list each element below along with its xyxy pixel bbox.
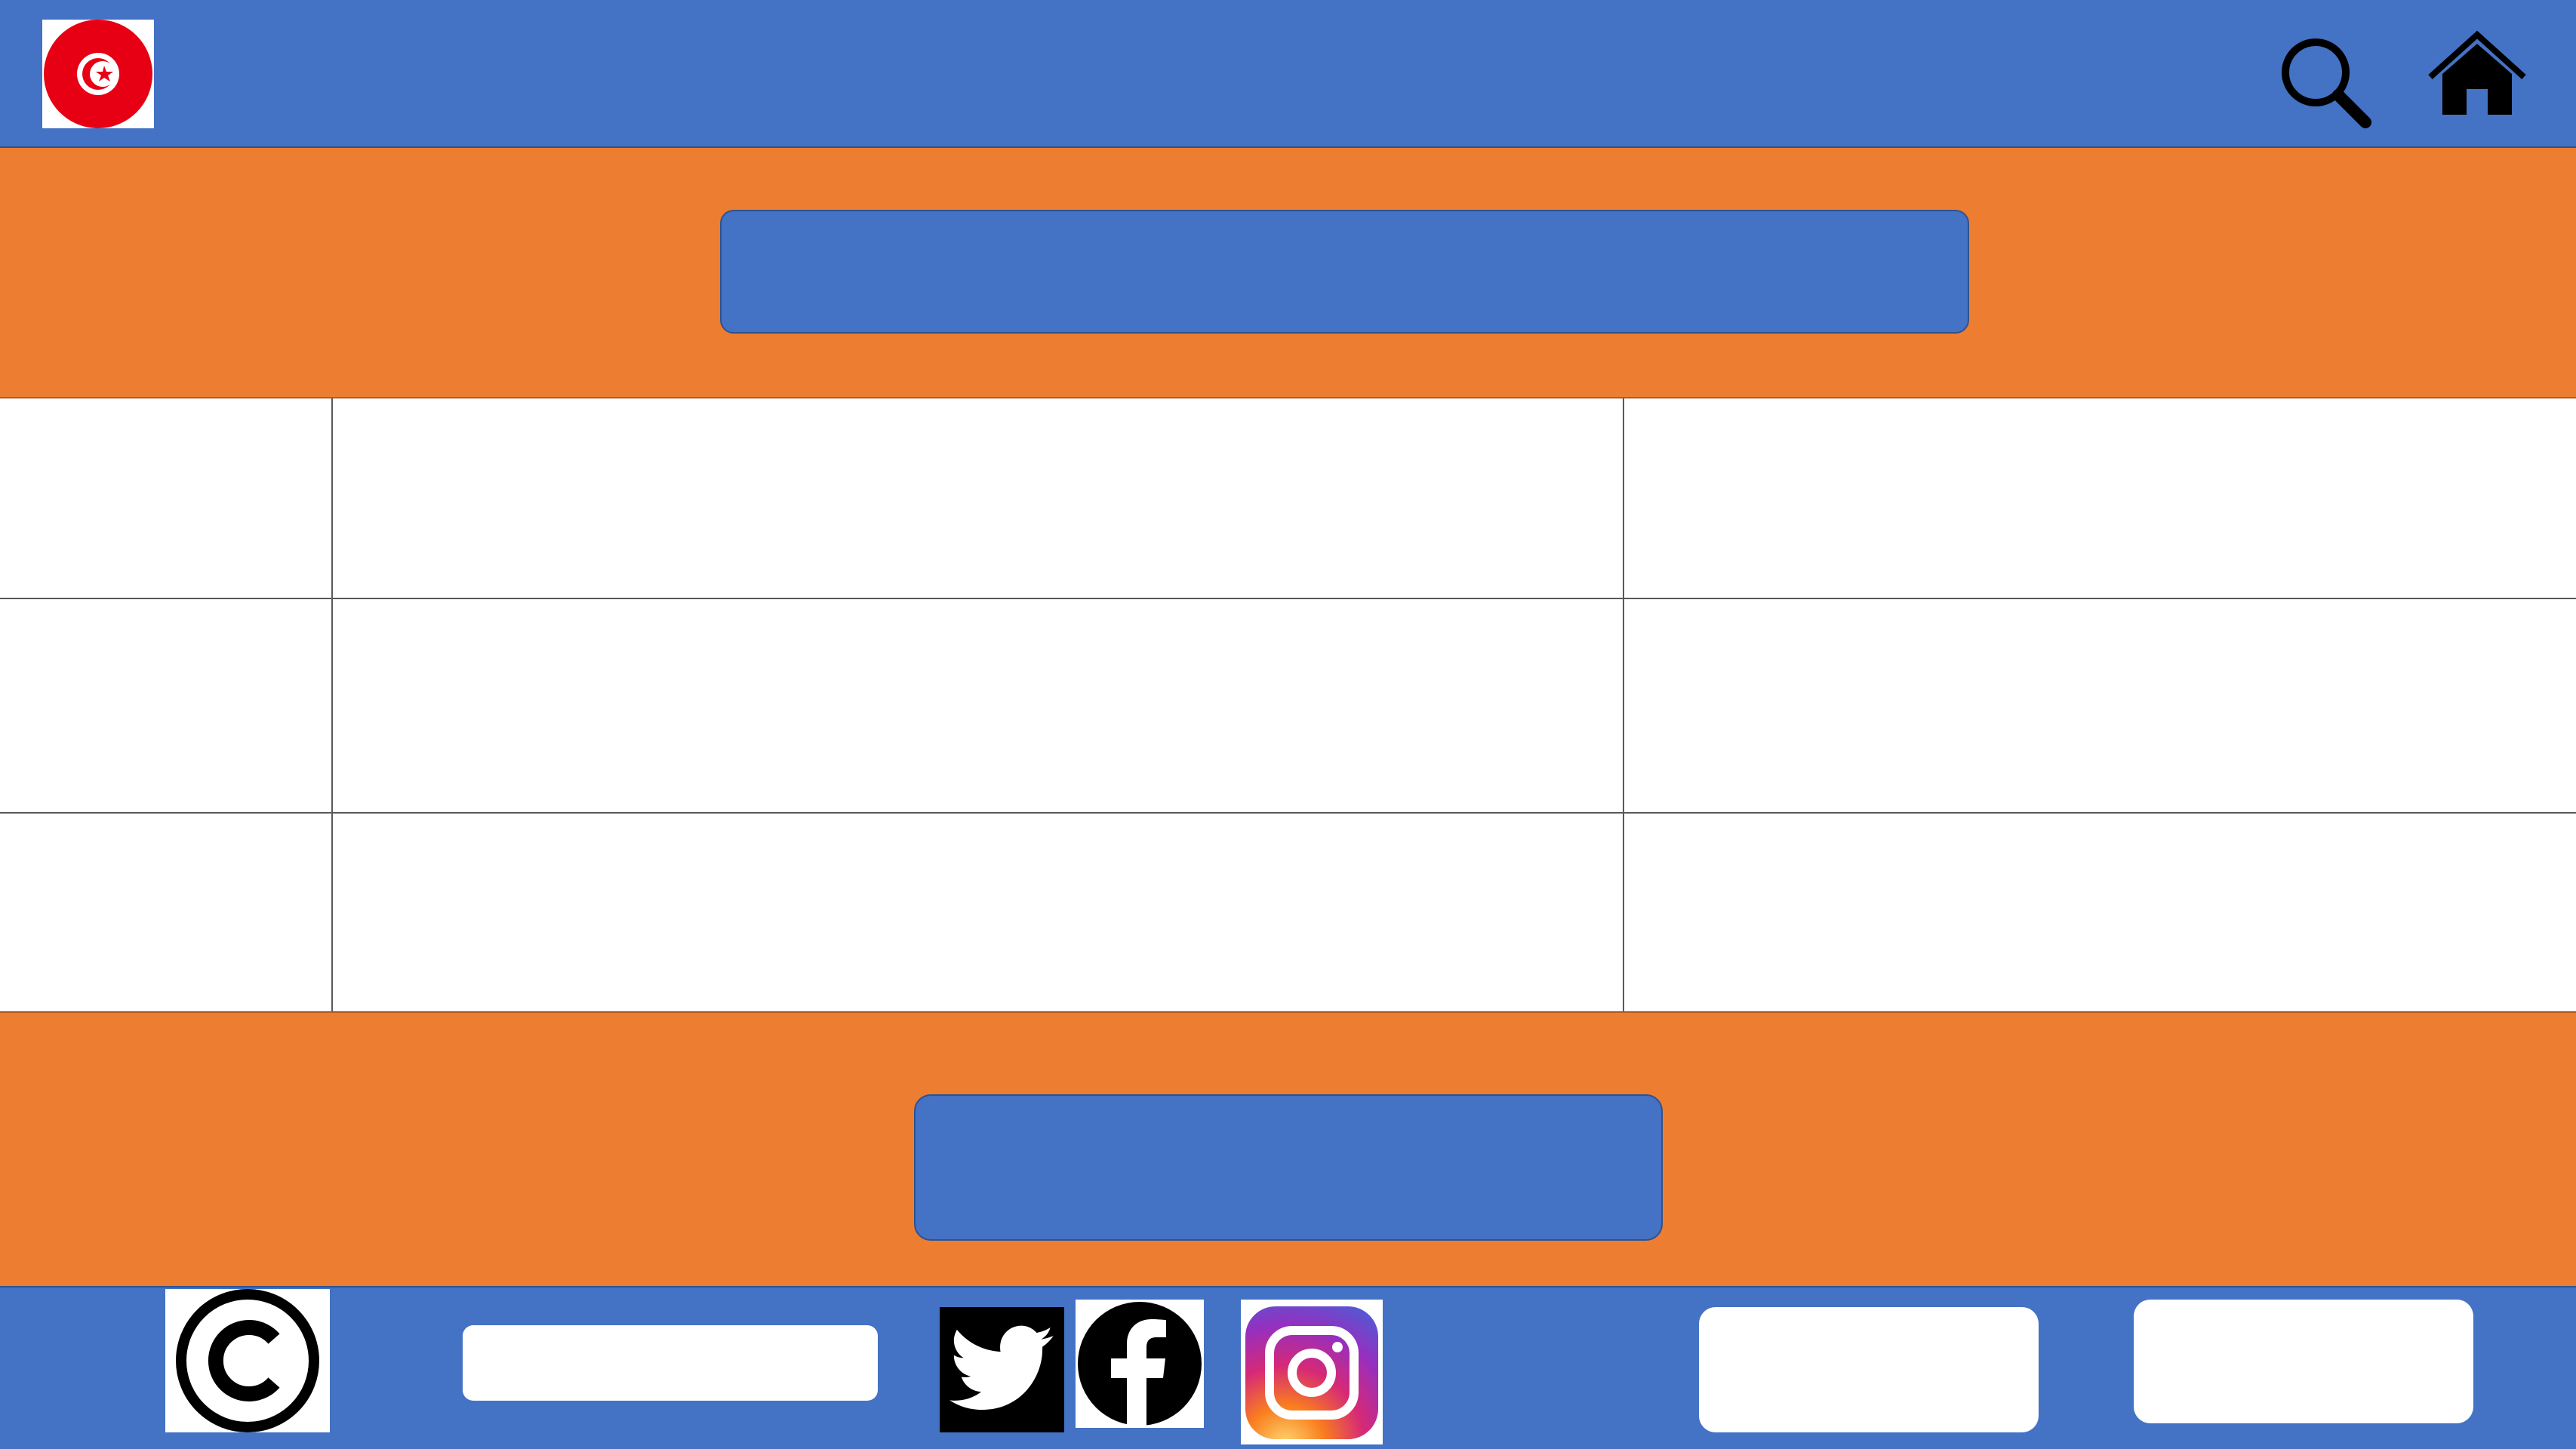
top-navbar [0,0,2576,148]
table-cell [0,398,333,598]
home-icon[interactable] [2426,29,2528,119]
footer-button-1[interactable] [1699,1307,2039,1432]
tunisia-flag-icon[interactable] [42,20,154,128]
table-row [0,398,2576,599]
page [0,0,2576,1449]
footer-button-2[interactable] [2134,1300,2473,1423]
table-cell [0,814,333,1011]
instagram-icon[interactable] [1241,1300,1383,1444]
table-cell [333,599,1624,812]
banner-title-box[interactable] [720,210,1969,334]
table-cell [1624,599,2576,812]
footer-input[interactable] [463,1325,878,1401]
twitter-icon[interactable] [940,1307,1064,1432]
table-cell [1624,814,2576,1011]
table-row [0,814,2576,1011]
content-table [0,398,2576,1011]
hero-banner [0,148,2576,398]
lower-banner [0,1011,2576,1287]
copyright-icon [165,1289,330,1432]
table-cell [333,814,1624,1011]
table-cell [0,599,333,812]
search-icon[interactable] [2276,33,2374,131]
facebook-icon[interactable] [1076,1300,1204,1428]
footer [0,1287,2576,1449]
table-row [0,599,2576,814]
table-cell [333,398,1624,598]
table-cell [1624,398,2576,598]
action-button[interactable] [914,1094,1663,1241]
